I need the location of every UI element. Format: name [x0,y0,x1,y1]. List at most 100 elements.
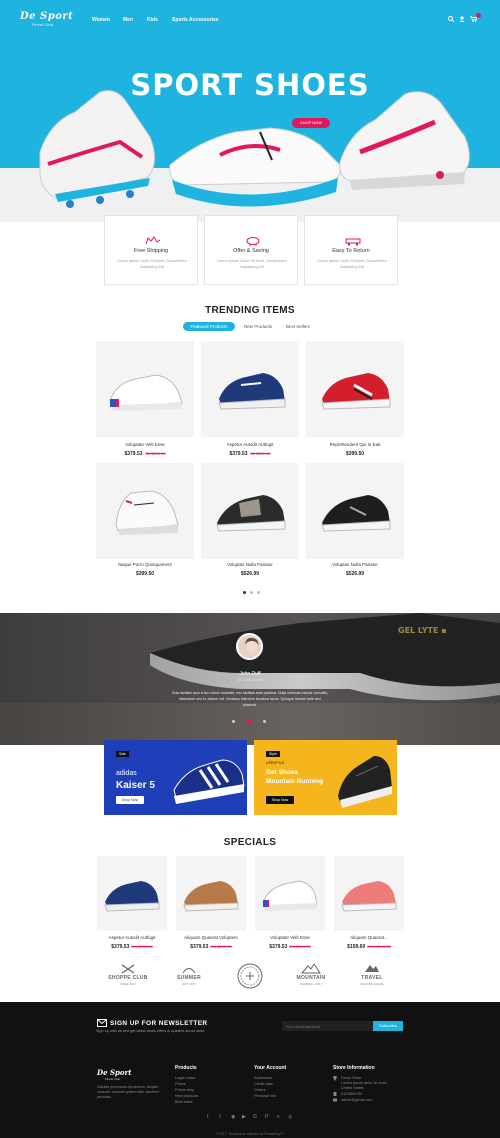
shop-now-button[interactable]: SHOP NOW [292,118,330,128]
vimeo-icon[interactable]: v [277,1114,280,1120]
footer-link[interactable]: Personal info [254,1094,276,1098]
product-image[interactable] [97,856,167,931]
product-price: $399.50 [306,451,404,457]
brand-name: MOUNTAIN [296,975,326,981]
phone-icon [333,1092,337,1096]
feature-desc: Lorem ipsum Dolor Sit Amet, Consectetur … [217,259,287,269]
carousel-dot-active[interactable] [243,591,246,594]
search-icon[interactable] [448,16,454,22]
piggy-bank-icon [246,237,260,246]
brand-logo-summer[interactable]: SUMMER EST. 2017 [164,962,214,990]
product-name[interactable]: Aliquam Quaerat Voluptem [170,935,252,940]
truck-icon [145,236,161,245]
logo[interactable]: De Sport [20,11,73,22]
footer-store-title: Store Information [333,1065,375,1071]
store-line: Lorem ipsum dolor sit amet [341,1081,387,1085]
product-image[interactable] [306,463,404,559]
nav-kids[interactable]: Kids [147,17,158,23]
footer-link[interactable]: Credit slips [254,1082,273,1086]
product-name[interactable]: Reprehenderit Qui In Eait [306,442,404,447]
product-image[interactable] [176,856,246,931]
carousel-dot[interactable] [257,591,260,594]
running-shoe-image [338,756,392,808]
carousel-dot[interactable] [250,591,253,594]
product-name[interactable]: Voluptate Velit Esse [249,935,331,940]
specials-title: SPECIALS [223,837,277,848]
product-name[interactable]: Aspetur Autodit Autfugit [201,442,299,447]
google-plus-icon[interactable]: G [253,1114,257,1120]
sneaker-navy-image [218,373,286,410]
banner-adidas-kaiser[interactable]: Sale adidas Kaiser 5 Shop Now [104,740,247,815]
banner-shop-now-button[interactable]: Shop Now [116,796,145,804]
product-name[interactable]: Neque Porro Quisquament [96,562,194,567]
product-image[interactable] [306,341,404,437]
youtube-icon[interactable]: ▶ [242,1114,246,1120]
facebook-icon[interactable]: f [207,1114,208,1120]
subscribe-button[interactable]: Subscribe [373,1021,403,1031]
sneaker-tan-image [183,881,239,912]
tab-best-sellers[interactable]: Best Sellers [280,322,316,331]
pinterest-icon[interactable]: P [265,1114,268,1120]
twitter-icon[interactable]: 𝕥 [219,1114,221,1120]
footer-link[interactable]: Best sales [175,1100,193,1104]
price-current: $379.53 [269,944,288,950]
mountain-icon [301,963,321,974]
tab-new-products[interactable]: New Products [238,322,278,331]
brand-logo-travel[interactable]: TRAVEL WALKING SHOES [347,962,397,990]
product-name[interactable]: Aspetur Autodit Autfugit [91,935,173,940]
product-name[interactable]: Voluptas Nulla Pariatur [201,562,299,567]
product-name[interactable]: Aliquam Quaerat... [328,935,410,940]
product-price: $399.50 [96,571,194,577]
banner-kicker: LIFESTYLE [266,761,285,765]
testimonial-dot[interactable] [232,720,235,723]
copyright: © 2017 - Ecommerce software by PrestaSho… [215,1132,285,1136]
tab-featured-products[interactable]: Featured Products [183,322,235,331]
banner-shop-now-button[interactable]: Shop Now [266,796,295,804]
nav-women[interactable]: Women [92,17,110,23]
footer-logo[interactable]: De Sport [97,1068,132,1077]
footer-link[interactable]: Addresses [254,1076,272,1080]
newsletter-desc: Sign up with us and get latest deals,off… [96,1029,206,1033]
circle-badge-icon [237,963,263,989]
brand-logo-shoppe-club[interactable]: SHOPPE CLUB SINCE 2017 [103,962,153,990]
testimonial-dot-active[interactable] [247,719,252,724]
price-current: $526.99 [240,571,260,577]
banner-line1: Get Shoes [266,769,299,776]
footer-link[interactable]: Prices drop [175,1088,194,1092]
price-current: $399.50 [135,571,155,577]
banner-mountain-running[interactable]: Style LIFESTYLE Get Shoes Mountain Runni… [254,740,397,815]
testimonial-role: CEO and founder [236,678,264,682]
footer-link[interactable]: Orders [254,1088,266,1092]
newsletter-email-input[interactable] [282,1021,374,1031]
product-image[interactable] [255,856,325,931]
footer-link[interactable]: Prices [175,1082,186,1086]
product-name[interactable]: Voluptate Velit Esse [96,442,194,447]
avatar [236,633,263,660]
banner-tag: Sale [116,751,130,757]
product-image[interactable] [201,341,299,437]
product-image[interactable] [334,856,404,931]
price-current: $159.60 [347,944,366,950]
site-header: De Sport Finest Club Women Men Kids Spor… [0,0,500,36]
brand-sub: SINCE 2017 [120,982,136,986]
feature-title: Easy To Return [332,248,370,254]
nav-men[interactable]: Men [123,17,133,23]
product-image[interactable] [96,463,194,559]
nav-sports-accessories[interactable]: Sports Accessories [172,17,219,23]
cart-count-badge [476,13,481,18]
user-icon[interactable] [459,16,465,22]
product-name[interactable]: Voluptas Nulla Pariatur [306,562,404,567]
footer-link[interactable]: Legal notice [175,1076,195,1080]
brand-logo-mountain[interactable]: MOUNTAIN CLIMBING • 2017 [286,962,336,990]
instagram-icon[interactable]: ◎ [288,1114,292,1120]
rss-icon[interactable]: ◉ [231,1114,235,1120]
footer-link[interactable]: New products [175,1094,198,1098]
price-old: 5% $399.50 [210,944,232,949]
brand-logo-badge[interactable] [225,962,275,990]
product-image[interactable] [96,341,194,437]
store-line[interactable]: admin@gmail.com [341,1098,373,1102]
testimonial-dot[interactable] [263,720,266,723]
brand-name: TRAVEL [361,975,383,981]
product-price: $526.99 [201,571,299,577]
product-image[interactable] [201,463,299,559]
